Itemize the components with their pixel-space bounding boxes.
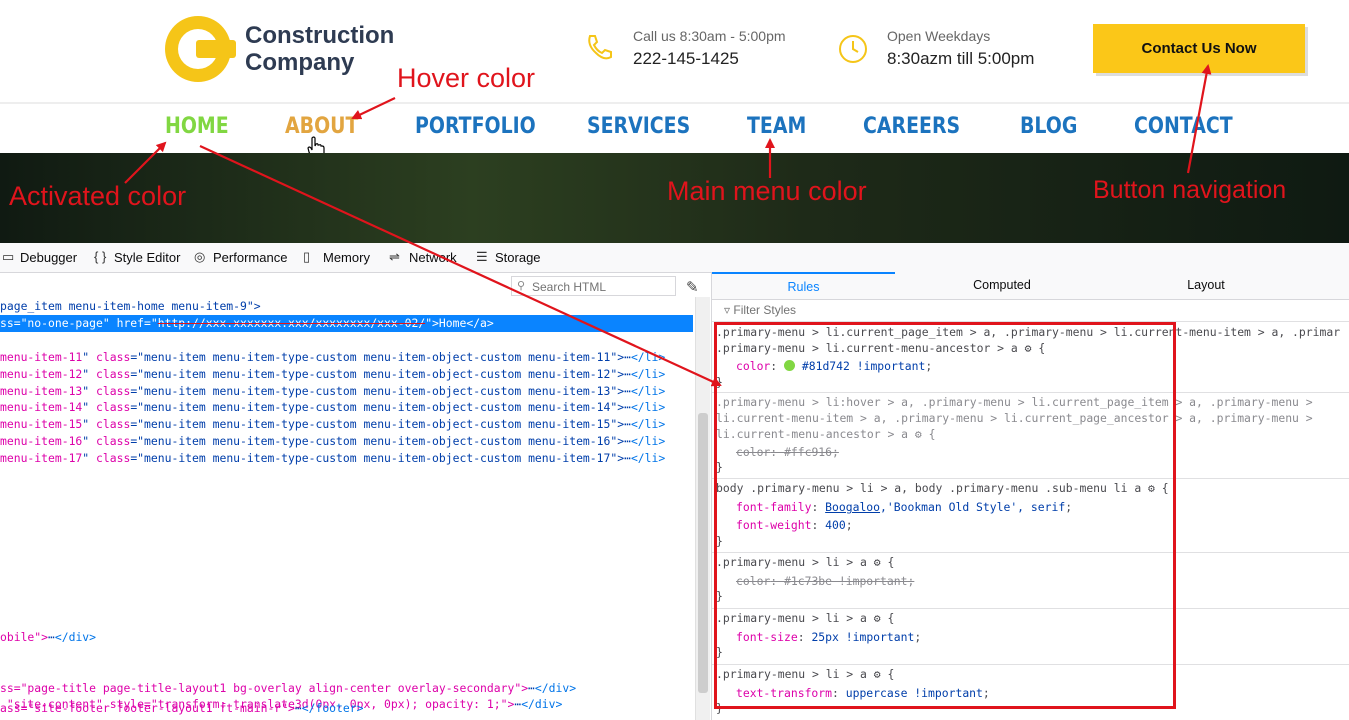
contact-us-button[interactable]: Contact Us Now	[1093, 24, 1305, 73]
collapsed-badge-icon[interactable]: ⋯	[48, 630, 55, 644]
html-line-menu-item[interactable]: menu-item-17" class="menu-item menu-item…	[0, 450, 665, 467]
style-editor-icon: { }	[94, 249, 107, 264]
logo-text[interactable]: Construction Company	[245, 22, 394, 76]
html-line-end: ">Home</a>	[425, 316, 494, 330]
html-attr-class: menu-item menu-item-type-custom menu-ite…	[144, 350, 611, 364]
collapsed-badge-icon[interactable]: ⋯	[624, 400, 631, 414]
html-line-menu-item[interactable]: menu-item-12" class="menu-item menu-item…	[0, 366, 665, 383]
performance-icon: ◎	[194, 249, 206, 264]
html-line[interactable]: obile">⋯</div>	[0, 629, 96, 646]
collapsed-badge-icon[interactable]: ⋯	[624, 367, 631, 381]
html-inspector: Search HTML ⚲ ✎ page_item menu-item-home…	[0, 273, 710, 720]
tab-rules[interactable]: Rules	[712, 272, 895, 300]
menu-item-portfolio[interactable]: PORTFOLIO	[415, 114, 536, 139]
debugger-icon: ▭	[2, 249, 15, 264]
open-label: Open Weekdays	[887, 28, 991, 44]
collapsed-badge-icon[interactable]: ⋯	[624, 434, 631, 448]
html-attr-id: menu-item-11	[0, 350, 83, 364]
tab-layout[interactable]: Layout	[1112, 272, 1300, 298]
annotation-hover-color: Hover color	[397, 63, 536, 93]
html-attr-id: menu-item-13	[0, 383, 83, 398]
tab-performance[interactable]: Performance	[213, 250, 287, 265]
eyedropper-icon[interactable]: ✎	[686, 278, 699, 296]
html-attr-class: menu-item menu-item-type-custom menu-ite…	[144, 400, 611, 415]
collapsed-badge-icon[interactable]: ⋯	[528, 681, 535, 695]
html-line-menu-item[interactable]: menu-item-14" class="menu-item menu-item…	[0, 399, 665, 416]
html-attr-class: menu-item menu-item-type-custom menu-ite…	[144, 450, 611, 465]
menu-item-blog[interactable]: BLOG	[1020, 114, 1077, 139]
html-line-menu-item[interactable]: menu-item-16" class="menu-item menu-item…	[0, 433, 665, 450]
html-scroll-thumb[interactable]	[698, 413, 708, 693]
html-attr-id: menu-item-12	[0, 366, 83, 381]
html-attr-class: menu-item menu-item-type-custom menu-ite…	[144, 383, 611, 398]
html-line-menu-item[interactable]: menu-item-11" class="menu-item menu-item…	[0, 349, 665, 366]
annotation-highlight-box	[714, 322, 1176, 709]
sidebar-tabs: Rules Computed Layout	[712, 272, 1349, 300]
filter-icon: ▿	[724, 303, 731, 317]
filter-styles-input[interactable]: ▿ Filter Styles	[712, 299, 1349, 322]
menu-item-home[interactable]: HOME	[165, 114, 229, 139]
selected-html-line[interactable]: ss="no-one-page" href="http://xxx.xxxxxx…	[0, 315, 693, 332]
logo-line2: Company	[245, 49, 355, 76]
call-label: Call us 8:30am - 5:00pm	[633, 28, 786, 44]
logo-wrench-bar	[196, 40, 236, 58]
annotation-main-menu-color: Main menu color	[667, 176, 867, 206]
html-line-menu-item[interactable]: menu-item-13" class="menu-item menu-item…	[0, 383, 665, 400]
call-value[interactable]: 222-145-1425	[633, 49, 739, 69]
html-attr-class: menu-item menu-item-type-custom menu-ite…	[144, 366, 611, 381]
clock-icon	[839, 35, 867, 63]
html-attr-id: menu-item-16	[0, 434, 83, 448]
search-html-input[interactable]: Search HTML	[511, 276, 676, 296]
html-line-start: ss="no-one-page" href="	[0, 316, 158, 330]
html-mobile-text: obile">	[0, 630, 49, 644]
tab-debugger[interactable]: Debugger	[20, 250, 77, 265]
collapsed-badge-icon[interactable]: ⋯	[624, 384, 631, 398]
collapsed-badge-icon[interactable]: ⋯	[624, 417, 631, 431]
menu-item-contact[interactable]: CONTACT	[1134, 114, 1233, 139]
storage-icon: ☰	[476, 249, 488, 264]
tab-memory[interactable]: Memory	[323, 250, 370, 265]
tab-storage[interactable]: Storage	[495, 250, 541, 265]
tab-network[interactable]: Network	[409, 250, 457, 265]
html-line[interactable]: page_item menu-item-home menu-item-9">	[0, 298, 261, 315]
memory-icon: ▯	[303, 249, 311, 264]
html-line[interactable]: ass="site-footer footer-layout1 ft-main-…	[0, 700, 363, 717]
html-footer-text: ass="site-footer footer-layout1 ft-main-…	[0, 701, 295, 715]
html-line-menu-item[interactable]: menu-item-15" class="menu-item menu-item…	[0, 416, 665, 433]
menu-item-careers[interactable]: CAREERS	[863, 114, 960, 139]
collapsed-badge-icon[interactable]: ⋯	[624, 451, 631, 465]
html-attr-id: menu-item-17	[0, 450, 83, 465]
open-value: 8:30azm till 5:00pm	[887, 49, 1035, 68]
html-page-title-text: ss="page-title page-title-layout1 bg-ove…	[0, 681, 529, 695]
annotation-button-navigation: Button navigation	[1093, 176, 1287, 204]
menu-item-services[interactable]: SERVICES	[587, 114, 690, 139]
network-icon: ⇌	[389, 249, 400, 264]
menu-item-team[interactable]: TEAM	[747, 114, 806, 139]
collapsed-badge-icon[interactable]: ⋯	[624, 350, 631, 364]
html-attr-id: menu-item-15	[0, 417, 83, 432]
html-line[interactable]: ss="page-title page-title-layout1 bg-ove…	[0, 680, 576, 697]
tab-computed[interactable]: Computed	[912, 272, 1092, 298]
phone-icon	[588, 35, 612, 60]
html-attr-id: menu-item-14	[0, 400, 83, 415]
html-attr-class: menu-item menu-item-type-custom menu-ite…	[144, 417, 611, 432]
tab-style-editor[interactable]: Style Editor	[114, 250, 180, 265]
devtools-toolbar: ▭ Debugger { } Style Editor ◎ Performanc…	[0, 243, 1349, 273]
site-header: Construction Company Call us 8:30am - 5:…	[0, 0, 1349, 104]
html-href-redacted: http://xxx.xxxxxxx.xxx/xxxxxxxx/xxx-02/	[157, 316, 426, 330]
search-icon: ⚲	[517, 280, 526, 292]
html-attr-class: menu-item menu-item-type-custom menu-ite…	[144, 434, 611, 448]
logo-line1: Construction	[245, 22, 395, 49]
annotation-activated-color: Activated color	[9, 181, 187, 211]
filter-placeholder: Filter Styles	[733, 303, 797, 317]
header-divider	[0, 102, 1349, 104]
collapsed-badge-icon[interactable]: ⋯	[295, 701, 302, 715]
